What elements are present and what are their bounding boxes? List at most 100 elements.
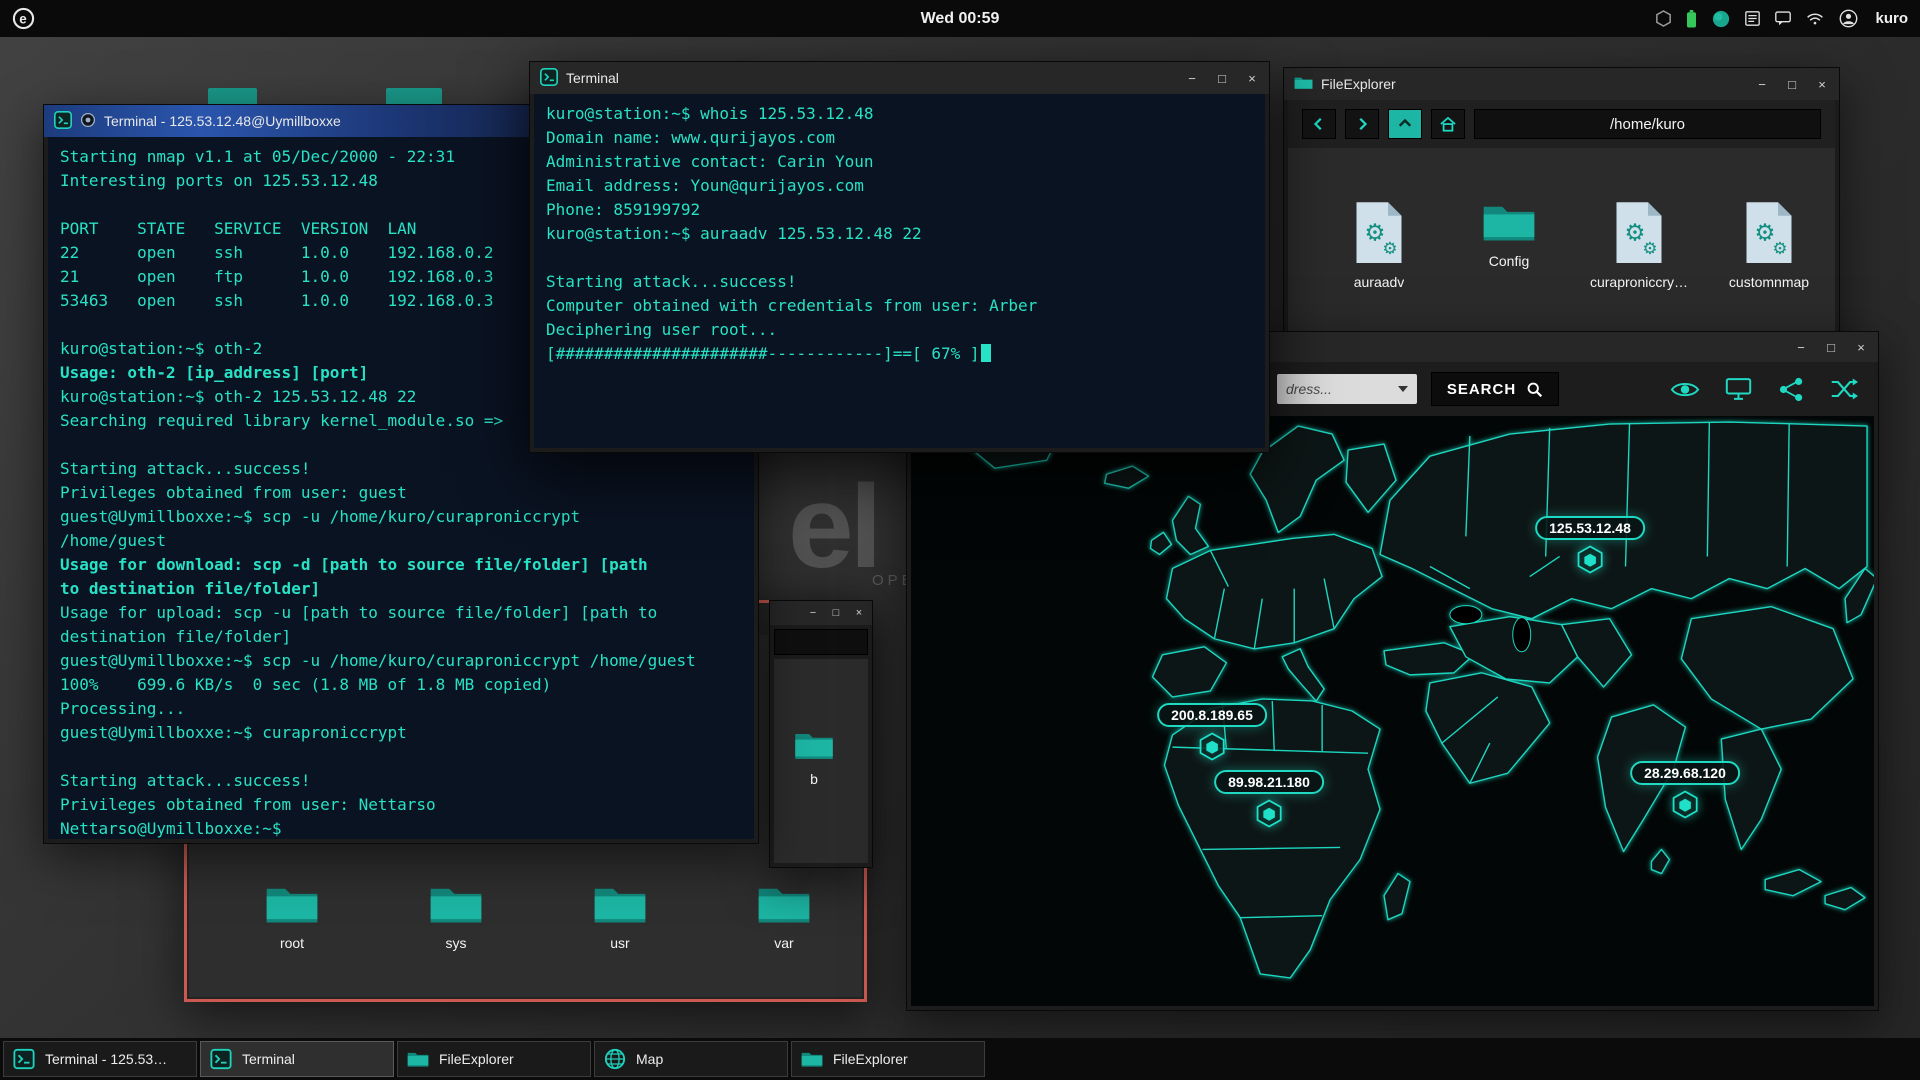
file-label: customnmap bbox=[1729, 274, 1809, 290]
file-item-config[interactable]: Config bbox=[1452, 200, 1566, 269]
maximize-button[interactable]: □ bbox=[1824, 340, 1838, 355]
terminal-line: Usage for download: scp -d [path to sour… bbox=[60, 553, 742, 577]
address-dropdown[interactable]: dress... bbox=[1277, 374, 1417, 404]
terminal-line: Phone: 859199792 bbox=[546, 198, 1253, 222]
folder-icon bbox=[265, 882, 319, 926]
visibility-icon[interactable] bbox=[1669, 374, 1701, 404]
terminal-icon bbox=[540, 68, 558, 89]
mini-file-explorer-window[interactable]: − □ × b bbox=[769, 600, 873, 868]
hexagon-node-icon[interactable] bbox=[1672, 790, 1698, 819]
taskbar-item-map[interactable]: Map bbox=[594, 1041, 788, 1077]
svg-text:⚙: ⚙ bbox=[1772, 238, 1787, 258]
mini-explorer-address-field[interactable] bbox=[774, 629, 868, 655]
folder-icon bbox=[801, 1048, 823, 1070]
maximize-button[interactable]: □ bbox=[1785, 77, 1799, 92]
background-folder-icon bbox=[386, 88, 442, 105]
svg-text:⚙: ⚙ bbox=[1642, 238, 1657, 258]
map-marker-200.8.189.65[interactable]: 200.8.189.65 bbox=[1157, 703, 1267, 761]
folder-icon bbox=[429, 882, 483, 926]
forward-button[interactable] bbox=[1345, 109, 1379, 139]
minimize-button[interactable]: − bbox=[1794, 340, 1808, 355]
marker-ip-label[interactable]: 125.53.12.48 bbox=[1535, 516, 1645, 540]
address-dropdown-text: dress... bbox=[1286, 381, 1332, 397]
taskbar-item-terminal-125-53-[interactable]: Terminal - 125.53… bbox=[3, 1041, 197, 1077]
background-folder-icon bbox=[208, 88, 257, 105]
file-item-curaproniccry-[interactable]: ⚙⚙curaproniccry… bbox=[1582, 200, 1696, 290]
world-map-canvas[interactable]: 125.53.12.48 200.8.189.65 89.98.21.180 28.2… bbox=[911, 416, 1874, 1006]
search-button[interactable]: SEARCH bbox=[1431, 372, 1559, 406]
file-item-customnmap[interactable]: ⚙⚙ customnmap bbox=[1712, 200, 1826, 290]
back-button[interactable] bbox=[1302, 109, 1336, 139]
file-label: auraadv bbox=[1354, 274, 1405, 290]
terminal-line: guest@Uymillboxxe:~$ scp -u /home/kuro/c… bbox=[60, 649, 742, 673]
terminal-line: /home/guest bbox=[60, 529, 742, 553]
mini-explorer-titlebar[interactable]: − □ × bbox=[770, 601, 872, 625]
terminal-line bbox=[546, 246, 1253, 270]
close-button[interactable]: × bbox=[1815, 77, 1829, 92]
map-marker-28.29.68.120[interactable]: 28.29.68.120 bbox=[1630, 761, 1740, 819]
file-label: Config bbox=[1489, 253, 1529, 269]
minimize-button[interactable]: − bbox=[806, 607, 820, 619]
taskbar-item-label: Terminal - 125.53… bbox=[45, 1051, 167, 1067]
terminal-line: Domain name: www.qurijayos.com bbox=[546, 126, 1253, 150]
taskbar-item-label: FileExplorer bbox=[833, 1051, 908, 1067]
terminal-window-local[interactable]: Terminal − □ × kuro@station:~$ whois 125… bbox=[529, 61, 1270, 453]
binary-icon: ⚙⚙ bbox=[1352, 200, 1406, 265]
close-button[interactable]: × bbox=[1245, 71, 1259, 86]
terminal-line: Administrative contact: Carin Youn bbox=[546, 150, 1253, 174]
terminal-line: 100% 699.6 KB/s 0 sec (1.8 MB of 1.8 MB … bbox=[60, 673, 742, 697]
minimize-button[interactable]: − bbox=[1185, 71, 1199, 86]
display-icon[interactable] bbox=[1722, 374, 1754, 404]
terminal-line: Deciphering user root... bbox=[546, 318, 1253, 342]
binary-icon: ⚙⚙ bbox=[1742, 200, 1796, 265]
taskbar-item-fileexplorer[interactable]: FileExplorer bbox=[397, 1041, 591, 1077]
marker-ip-label[interactable]: 200.8.189.65 bbox=[1157, 703, 1267, 727]
terminal-cursor bbox=[981, 344, 991, 362]
terminal-line: kuro@station:~$ auraadv 125.53.12.48 22 bbox=[546, 222, 1253, 246]
maximize-button[interactable]: □ bbox=[1215, 71, 1229, 86]
file-item-var[interactable]: var bbox=[727, 882, 841, 951]
file-item-b[interactable]: b bbox=[784, 729, 844, 787]
terminal-line: Starting attack...success! bbox=[546, 270, 1253, 294]
taskbar-item-fileexplorer[interactable]: FileExplorer bbox=[791, 1041, 985, 1077]
map-marker-125.53.12.48[interactable]: 125.53.12.48 bbox=[1535, 516, 1645, 574]
path-field[interactable]: /home/kuro bbox=[1474, 109, 1821, 139]
map-marker-89.98.21.180[interactable]: 89.98.21.180 bbox=[1214, 770, 1324, 828]
file-item-root[interactable]: root bbox=[235, 882, 349, 951]
taskbar-item-label: Terminal bbox=[242, 1051, 295, 1067]
minimize-button[interactable]: − bbox=[1755, 77, 1769, 92]
close-button[interactable]: × bbox=[852, 607, 866, 619]
terminal-output[interactable]: kuro@station:~$ whois 125.53.12.48Domain… bbox=[534, 94, 1265, 448]
terminal-line: destination file/folder] bbox=[60, 625, 742, 649]
window-title: Terminal bbox=[566, 70, 619, 86]
close-button[interactable]: × bbox=[1854, 340, 1868, 355]
shuffle-icon[interactable] bbox=[1828, 374, 1860, 404]
up-button[interactable] bbox=[1388, 109, 1422, 139]
connection-icon bbox=[80, 112, 96, 131]
home-button[interactable] bbox=[1431, 109, 1465, 139]
folder-icon bbox=[794, 729, 834, 762]
file-item-usr[interactable]: usr bbox=[563, 882, 677, 951]
file-explorer-titlebar[interactable]: FileExplorer − □ × bbox=[1284, 68, 1839, 100]
file-label: b bbox=[810, 771, 818, 787]
share-icon[interactable] bbox=[1775, 374, 1807, 404]
terminal-local-titlebar[interactable]: Terminal − □ × bbox=[530, 62, 1269, 94]
terminal-line: Email address: Youn@qurijayos.com bbox=[546, 174, 1253, 198]
taskbar-item-terminal[interactable]: Terminal bbox=[200, 1041, 394, 1077]
hexagon-node-icon[interactable] bbox=[1199, 732, 1225, 761]
terminal-line: Privileges obtained from user: guest bbox=[60, 481, 742, 505]
terminal-line: Starting attack...success! bbox=[60, 769, 742, 793]
marker-ip-label[interactable]: 89.98.21.180 bbox=[1214, 770, 1324, 794]
folder-icon bbox=[1294, 75, 1313, 94]
marker-ip-label[interactable]: 28.29.68.120 bbox=[1630, 761, 1740, 785]
hexagon-node-icon[interactable] bbox=[1577, 545, 1603, 574]
terminal-icon bbox=[210, 1048, 232, 1070]
mini-explorer-file-area[interactable]: b bbox=[774, 659, 868, 863]
hexagon-node-icon[interactable] bbox=[1256, 799, 1282, 828]
file-item-sys[interactable]: sys bbox=[399, 882, 513, 951]
file-item-auraadv[interactable]: ⚙⚙ auraadv bbox=[1322, 200, 1436, 290]
folder-icon bbox=[407, 1048, 429, 1070]
binary-icon: ⚙⚙ bbox=[1612, 200, 1666, 265]
maximize-button[interactable]: □ bbox=[829, 607, 843, 619]
file-label: root bbox=[280, 935, 304, 951]
